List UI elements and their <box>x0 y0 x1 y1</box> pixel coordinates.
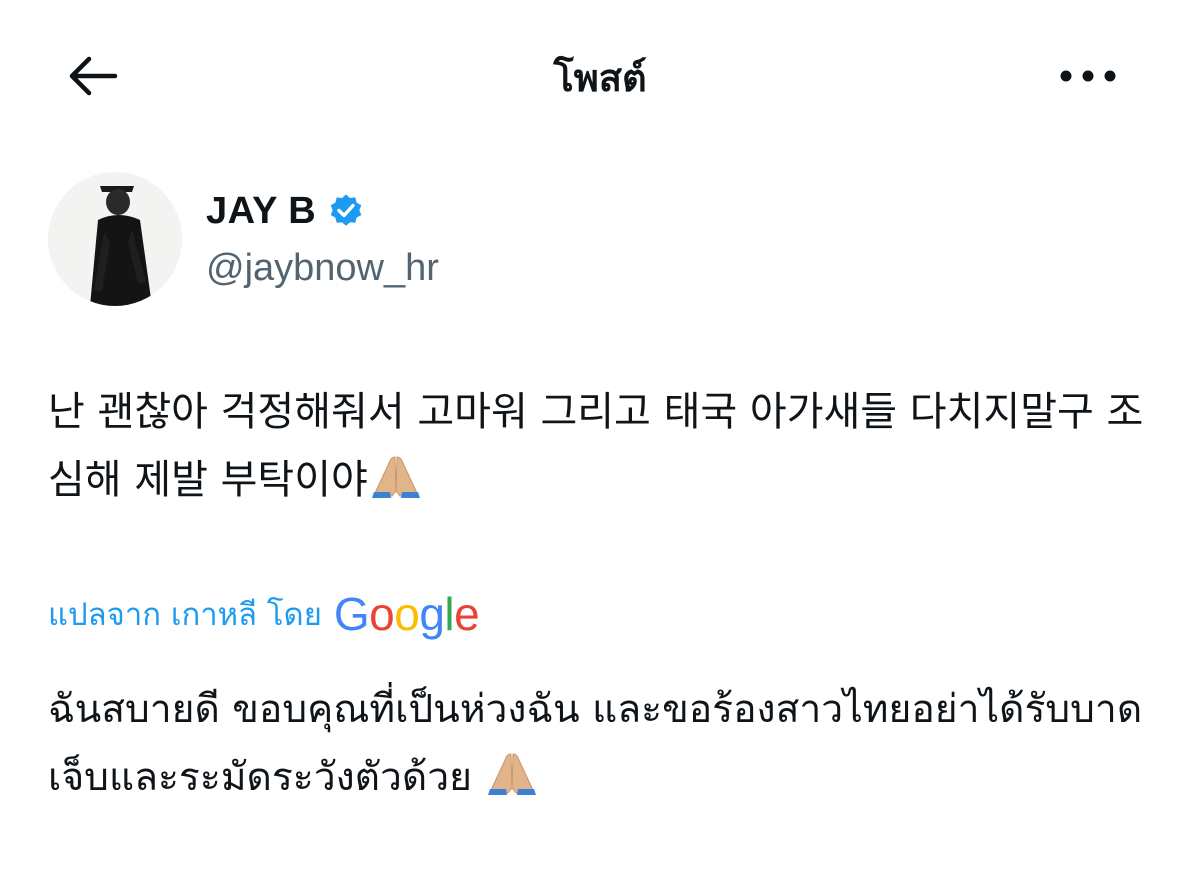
more-horizontal-icon <box>1058 68 1118 88</box>
folded-hands-icon <box>484 750 540 796</box>
post-text: 난 괜찮아 걱정해줘서 고마워 그리고 태국 아가새들 다치지말구 조심해 제발… <box>48 378 1158 514</box>
google-logo: Google <box>333 588 480 640</box>
post-text-content: 난 괜찮아 걱정해줘서 고마워 그리고 태국 아가새들 다치지말구 조심해 제발… <box>48 389 1144 503</box>
translated-text: ฉันสบายดี ขอบคุณที่เป็นห่วงฉัน และขอร้อง… <box>48 676 1158 812</box>
author-name-row[interactable]: JAY B <box>206 186 364 236</box>
top-bar: โพสต์ <box>0 0 1200 150</box>
folded-hands-icon <box>368 452 424 498</box>
translated-text-content: ฉันสบายดี ขอบคุณที่เป็นห่วงฉัน และขอร้อง… <box>48 687 1143 800</box>
page-title: โพสต์ <box>553 56 647 100</box>
back-button[interactable] <box>60 52 124 104</box>
author-name: JAY B <box>206 189 317 232</box>
arrow-left-icon <box>65 54 119 102</box>
more-options-button[interactable] <box>1050 52 1126 104</box>
verified-badge-icon <box>328 193 364 229</box>
translation-attribution: แปลจาก เกาหลี โดย Google <box>48 586 480 642</box>
translated-from-link[interactable]: แปลจาก เกาหลี โดย <box>48 589 322 639</box>
author-handle[interactable]: @jaybnow_hr <box>206 243 439 293</box>
avatar[interactable] <box>48 172 182 306</box>
